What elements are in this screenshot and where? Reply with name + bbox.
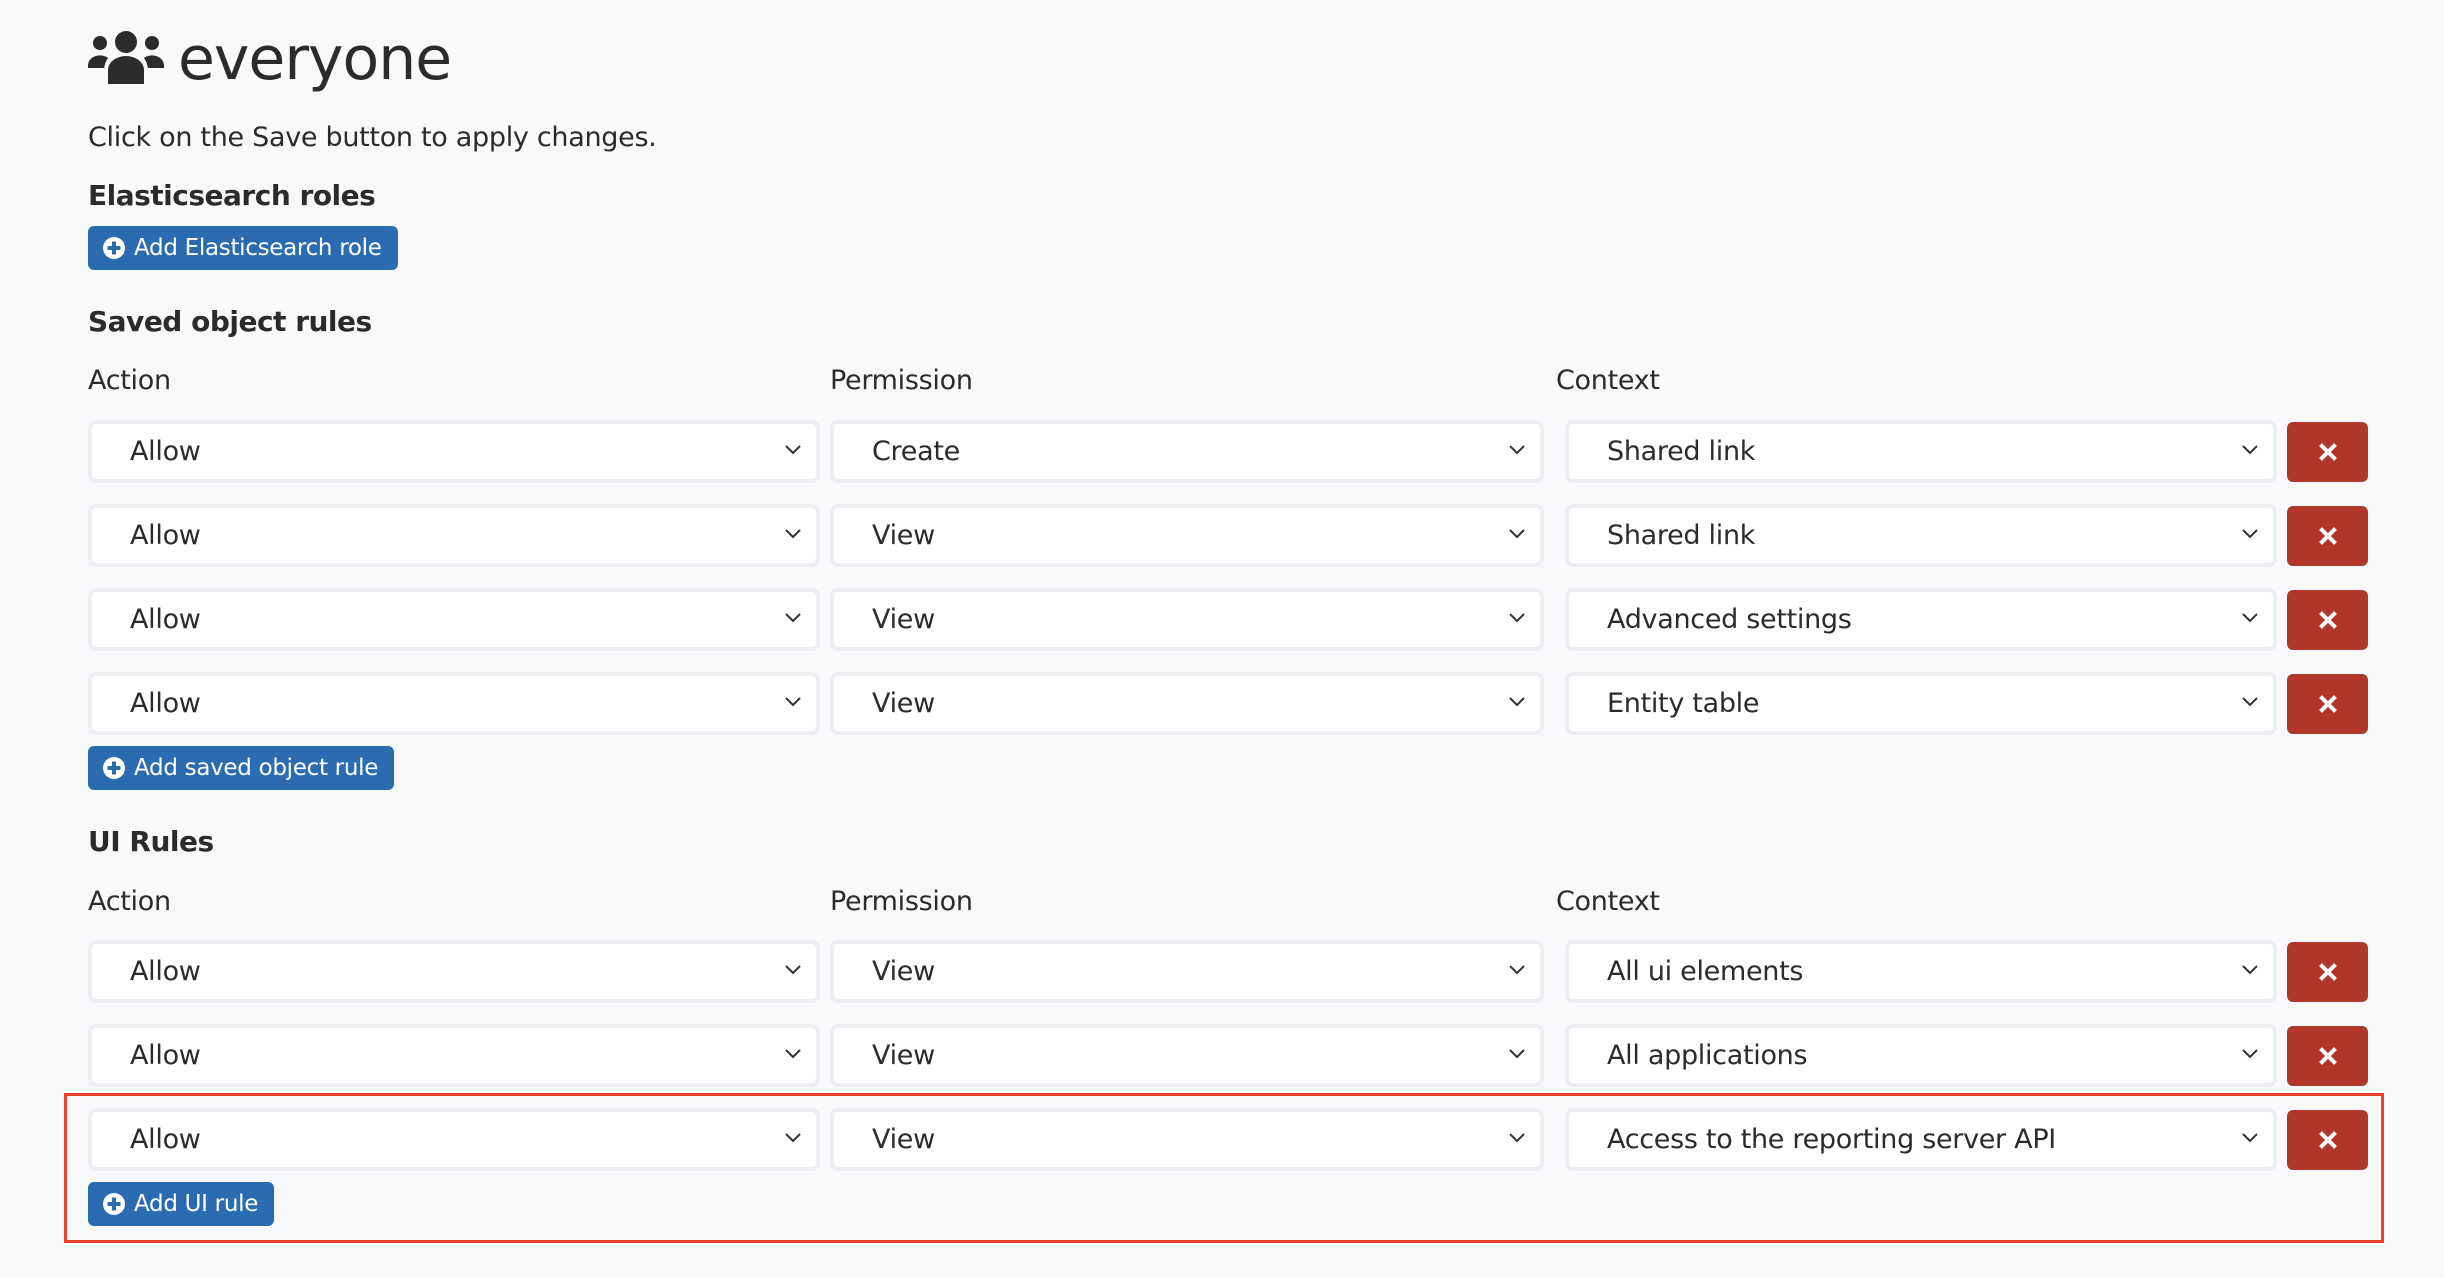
saved-object-rules-heading: Saved object rules (88, 305, 372, 338)
chevron-down-icon (2242, 965, 2258, 975)
chevron-down-icon (2242, 529, 2258, 539)
context-select-value: All ui elements (1607, 956, 1804, 987)
action-select[interactable]: Allow (88, 420, 820, 483)
delete-rule-button[interactable] (2287, 1026, 2368, 1086)
chevron-down-icon (785, 613, 801, 623)
permission-select-value: View (872, 1040, 935, 1071)
add-ui-rule-label: Add UI rule (134, 1191, 259, 1217)
action-select-value: Allow (130, 956, 201, 987)
add-ui-rule-button[interactable]: Add UI rule (88, 1182, 275, 1226)
action-select[interactable]: Allow (88, 1024, 820, 1087)
context-select-value: All applications (1607, 1040, 1808, 1071)
permission-select-value: Create (872, 436, 960, 467)
save-hint-text: Click on the Save button to apply change… (88, 122, 657, 153)
add-elasticsearch-role-label: Add Elasticsearch role (134, 235, 382, 261)
permission-select-value: View (872, 956, 935, 987)
permission-select[interactable]: View (830, 672, 1544, 735)
context-select-value: Entity table (1607, 688, 1760, 719)
chevron-down-icon (1509, 697, 1525, 707)
close-icon (2318, 1131, 2337, 1149)
permission-select-value: View (872, 688, 935, 719)
chevron-down-icon (785, 445, 801, 455)
permission-select-value: View (872, 1124, 935, 1155)
close-icon (2318, 1047, 2337, 1065)
action-select-value: Allow (130, 1124, 201, 1155)
close-icon (2318, 527, 2337, 545)
context-select[interactable]: Advanced settings (1565, 588, 2277, 651)
action-select-value: Allow (130, 1040, 201, 1071)
context-select[interactable]: Access to the reporting server API (1565, 1108, 2277, 1171)
chevron-down-icon (2242, 445, 2258, 455)
ui-permission-column-label: Permission (830, 886, 973, 917)
context-select-value: Shared link (1607, 436, 1756, 467)
context-select[interactable]: All applications (1565, 1024, 2277, 1087)
page-title: everyone (178, 24, 452, 94)
delete-rule-button[interactable] (2287, 942, 2368, 1002)
plus-circle-icon (103, 237, 125, 259)
action-select[interactable]: Allow (88, 588, 820, 651)
ui-action-column-label: Action (88, 886, 171, 917)
delete-rule-button[interactable] (2287, 1110, 2368, 1170)
close-icon (2318, 443, 2337, 461)
chevron-down-icon (785, 529, 801, 539)
close-icon (2318, 695, 2337, 713)
saved-object-action-column-label: Action (88, 365, 171, 396)
chevron-down-icon (2242, 1049, 2258, 1059)
close-icon (2318, 963, 2337, 981)
permission-select-value: View (872, 604, 935, 635)
context-select-value: Shared link (1607, 520, 1756, 551)
permission-select[interactable]: View (830, 940, 1544, 1003)
users-icon (88, 31, 164, 84)
permission-select[interactable]: Create (830, 420, 1544, 483)
saved-object-context-column-label: Context (1556, 365, 1660, 396)
chevron-down-icon (785, 1049, 801, 1059)
chevron-down-icon (1509, 1049, 1525, 1059)
chevron-down-icon (2242, 697, 2258, 707)
action-select[interactable]: Allow (88, 672, 820, 735)
context-select-value: Access to the reporting server API (1607, 1124, 2056, 1155)
close-icon (2318, 611, 2337, 629)
permission-select[interactable]: View (830, 1024, 1544, 1087)
permission-select[interactable]: View (830, 504, 1544, 567)
permission-select-value: View (872, 520, 935, 551)
chevron-down-icon (1509, 1133, 1525, 1143)
elasticsearch-roles-heading: Elasticsearch roles (88, 179, 376, 212)
permission-select[interactable]: View (830, 588, 1544, 651)
action-select[interactable]: Allow (88, 940, 820, 1003)
permission-select[interactable]: View (830, 1108, 1544, 1171)
context-select[interactable]: Shared link (1565, 420, 2277, 483)
delete-rule-button[interactable] (2287, 506, 2368, 566)
context-select-value: Advanced settings (1607, 604, 1852, 635)
action-select-value: Allow (130, 688, 201, 719)
chevron-down-icon (785, 965, 801, 975)
add-elasticsearch-role-button[interactable]: Add Elasticsearch role (88, 226, 398, 270)
add-saved-object-rule-button[interactable]: Add saved object rule (88, 746, 395, 790)
plus-circle-icon (103, 1193, 125, 1215)
delete-rule-button[interactable] (2287, 422, 2368, 482)
plus-circle-icon (103, 757, 125, 779)
action-select-value: Allow (130, 604, 201, 635)
action-select-value: Allow (130, 520, 201, 551)
chevron-down-icon (2242, 1133, 2258, 1143)
action-select-value: Allow (130, 436, 201, 467)
context-select[interactable]: Shared link (1565, 504, 2277, 567)
delete-rule-button[interactable] (2287, 674, 2368, 734)
context-select[interactable]: Entity table (1565, 672, 2277, 735)
chevron-down-icon (1509, 613, 1525, 623)
ui-context-column-label: Context (1556, 886, 1660, 917)
chevron-down-icon (1509, 529, 1525, 539)
chevron-down-icon (785, 1133, 801, 1143)
delete-rule-button[interactable] (2287, 590, 2368, 650)
chevron-down-icon (2242, 613, 2258, 623)
chevron-down-icon (785, 697, 801, 707)
chevron-down-icon (1509, 965, 1525, 975)
action-select[interactable]: Allow (88, 1108, 820, 1171)
ui-rules-heading: UI Rules (88, 825, 214, 858)
context-select[interactable]: All ui elements (1565, 940, 2277, 1003)
saved-object-permission-column-label: Permission (830, 365, 973, 396)
add-saved-object-rule-label: Add saved object rule (134, 755, 379, 781)
chevron-down-icon (1509, 445, 1525, 455)
action-select[interactable]: Allow (88, 504, 820, 567)
